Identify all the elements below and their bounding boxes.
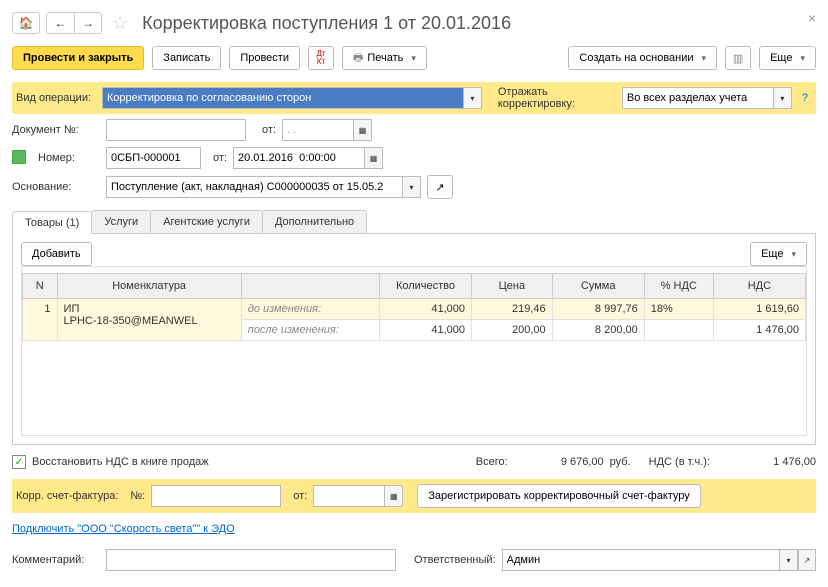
tab-goods[interactable]: Товары (1): [12, 211, 92, 234]
date-calendar[interactable]: ▦: [365, 147, 383, 169]
doc-num-input[interactable]: [106, 119, 246, 141]
register-corr-invoice-button[interactable]: Зарегистрировать корректировочный счет-ф…: [417, 484, 701, 508]
post-button[interactable]: Провести: [229, 46, 300, 70]
close-button[interactable]: ×: [808, 10, 816, 26]
responsible-input[interactable]: [502, 549, 780, 571]
col-price: Цена: [472, 274, 553, 299]
number-input[interactable]: [106, 147, 201, 169]
print-button[interactable]: 🖶Печать: [342, 46, 427, 70]
col-n: N: [23, 274, 58, 299]
doc-from-calendar[interactable]: ▦: [354, 119, 372, 141]
col-vat-pct: % НДС: [644, 274, 713, 299]
edo-link[interactable]: Подключить "ООО "Скорость света"" к ЭДО: [12, 523, 235, 535]
help-link[interactable]: ?: [802, 92, 808, 104]
doc-from-label: от:: [262, 124, 276, 136]
basis-label: Основание:: [12, 181, 100, 193]
tab-additional[interactable]: Дополнительно: [262, 210, 367, 233]
add-row-button[interactable]: Добавить: [21, 242, 92, 266]
doc-from-date[interactable]: [282, 119, 354, 141]
printer-icon: 🖶: [353, 49, 363, 68]
corr-invoice-label: Корр. счет-фактура:: [16, 490, 118, 502]
col-sum: Сумма: [552, 274, 644, 299]
basis-dropdown[interactable]: ▾: [403, 176, 421, 198]
vat-total-label: НДС (в т.ч.):: [649, 456, 710, 468]
home-button[interactable]: 🏠: [12, 12, 40, 34]
post-close-button[interactable]: Провести и закрыть: [12, 46, 144, 70]
table-row-before[interactable]: 1 ИП LPHC-18-350@MEANWEL до изменения: 4…: [23, 299, 806, 320]
responsible-label: Ответственный:: [414, 554, 496, 566]
operation-type-input[interactable]: [102, 87, 464, 109]
responsible-dropdown[interactable]: ▾: [780, 549, 798, 571]
responsible-open[interactable]: ↗: [798, 549, 816, 571]
report-button[interactable]: ▥: [725, 46, 751, 70]
status-icon: [12, 150, 26, 164]
forward-button[interactable]: →: [74, 12, 102, 34]
corr-from-label: от:: [293, 490, 307, 502]
total-value: 9 676,00: [514, 456, 604, 468]
date-label: от:: [213, 152, 227, 164]
number-label: Номер:: [38, 152, 100, 164]
tab-services[interactable]: Услуги: [91, 210, 151, 233]
document-icon: ▥: [733, 52, 743, 65]
corr-num-label: №:: [130, 490, 145, 502]
total-currency: руб.: [610, 456, 631, 468]
tab-agent[interactable]: Агентские услуги: [150, 210, 263, 233]
dt-kt-button[interactable]: ДтКт: [308, 46, 334, 70]
vat-total-value: 1 476,00: [716, 456, 816, 468]
create-based-button[interactable]: Создать на основании: [568, 46, 717, 70]
restore-vat-label: Восстановить НДС в книге продаж: [32, 456, 209, 468]
doc-num-label: Документ №:: [12, 124, 100, 136]
basis-open-button[interactable]: ↗: [427, 175, 453, 199]
col-change: [241, 274, 379, 299]
operation-type-label: Вид операции:: [16, 92, 96, 104]
more-button[interactable]: Еще: [759, 46, 816, 70]
comment-input[interactable]: [106, 549, 396, 571]
reflect-input[interactable]: [622, 87, 774, 109]
comment-label: Комментарий:: [12, 554, 100, 566]
corr-num-input[interactable]: [151, 485, 281, 507]
col-qty: Количество: [379, 274, 471, 299]
basis-input[interactable]: [106, 176, 403, 198]
col-nomen: Номенклатура: [57, 274, 241, 299]
corr-from-calendar[interactable]: ▦: [385, 485, 403, 507]
reflect-dropdown[interactable]: ▾: [774, 87, 792, 109]
operation-type-dropdown[interactable]: ▾: [464, 87, 482, 109]
restore-vat-checkbox[interactable]: ✓: [12, 455, 26, 469]
favorite-icon[interactable]: ☆: [112, 13, 128, 34]
date-input[interactable]: [233, 147, 365, 169]
save-button[interactable]: Записать: [152, 46, 221, 70]
table-more-button[interactable]: Еще: [750, 242, 807, 266]
reflect-label: Отражать корректировку:: [498, 86, 616, 110]
total-label: Всего:: [476, 456, 508, 468]
page-title: Корректировка поступления 1 от 20.01.201…: [142, 13, 511, 34]
corr-from-input[interactable]: [313, 485, 385, 507]
back-button[interactable]: ←: [46, 12, 74, 34]
col-vat: НДС: [713, 274, 805, 299]
